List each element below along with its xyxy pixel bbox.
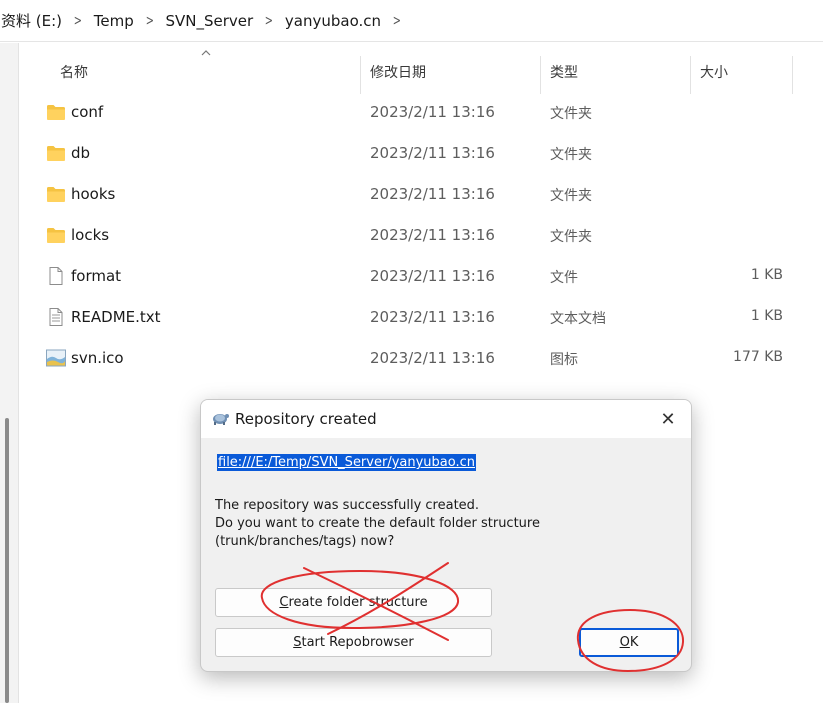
file-row[interactable]: hooks 2023/2/11 13:16 文件夹 xyxy=(20,174,810,215)
file-name: format xyxy=(71,267,122,285)
file-type: 文件夹 xyxy=(550,188,592,204)
close-icon: ✕ xyxy=(660,408,676,430)
chevron-right-icon[interactable]: > xyxy=(70,13,87,29)
file-modified: 2023/2/11 13:16 xyxy=(370,226,495,244)
file-row[interactable]: locks 2023/2/11 13:16 文件夹 xyxy=(20,215,810,256)
file-icon xyxy=(49,267,63,285)
column-divider[interactable] xyxy=(540,56,541,94)
explorer-window: 资料 (E:) > Temp > SVN_Server > yanyubao.c… xyxy=(0,0,823,703)
chevron-right-icon[interactable]: > xyxy=(141,13,158,29)
file-row[interactable]: conf 2023/2/11 13:16 文件夹 xyxy=(20,92,810,133)
mnemonic-key: C xyxy=(279,595,289,610)
message-line: The repository was successfully created. xyxy=(215,498,480,513)
column-modified[interactable]: 修改日期 xyxy=(370,62,426,82)
text-file-icon xyxy=(49,308,63,326)
create-folder-structure-button[interactable]: Create folder structure xyxy=(215,588,492,617)
mnemonic-key: S xyxy=(293,635,302,650)
tortoisesvn-icon xyxy=(213,414,229,425)
button-label: K xyxy=(629,635,639,650)
start-repobrowser-button[interactable]: Start Repobrowser xyxy=(215,628,492,657)
file-type: 文件夹 xyxy=(550,229,592,245)
file-name: locks xyxy=(71,226,110,244)
folder-icon xyxy=(47,187,65,202)
column-size[interactable]: 大小 xyxy=(700,62,728,82)
message-line: Do you want to create the default folder… xyxy=(215,516,540,531)
file-type: 文本文档 xyxy=(550,311,606,327)
file-type: 文件 xyxy=(550,270,578,286)
folder-icon xyxy=(47,228,65,243)
breadcrumb-temp[interactable]: Temp xyxy=(90,12,138,30)
file-type: 图标 xyxy=(550,352,578,368)
file-row[interactable]: README.txt 2023/2/11 13:16 文本文档 1 KB xyxy=(20,297,810,338)
breadcrumb-drive[interactable]: 资料 (E:) xyxy=(0,10,66,31)
file-modified: 2023/2/11 13:16 xyxy=(370,185,495,203)
message-line: (trunk/branches/tags) now? xyxy=(215,534,395,549)
file-size: 177 KB xyxy=(733,349,783,365)
navigation-scrollbar[interactable] xyxy=(5,418,9,703)
file-row[interactable]: format 2023/2/11 13:16 文件 1 KB xyxy=(20,256,810,297)
file-name: conf xyxy=(71,103,104,121)
mnemonic-key: O xyxy=(619,635,630,650)
sort-ascending-icon[interactable] xyxy=(201,49,211,57)
chevron-right-icon[interactable]: > xyxy=(261,13,278,29)
file-modified: 2023/2/11 13:16 xyxy=(370,308,495,326)
breadcrumb-yanyubao[interactable]: yanyubao.cn xyxy=(281,12,385,30)
file-row[interactable]: db 2023/2/11 13:16 文件夹 xyxy=(20,133,810,174)
column-divider[interactable] xyxy=(690,56,691,94)
file-name: db xyxy=(71,144,91,162)
repository-created-dialog: Repository created ✕ file:///E:/Temp/SVN… xyxy=(200,399,692,672)
folder-icon xyxy=(47,105,65,120)
column-divider[interactable] xyxy=(792,56,793,94)
button-label: reate folder structure xyxy=(288,595,428,610)
file-modified: 2023/2/11 13:16 xyxy=(370,267,495,285)
file-size: 1 KB xyxy=(750,308,783,324)
file-modified: 2023/2/11 13:16 xyxy=(370,349,495,367)
repository-url[interactable]: file:///E:/Temp/SVN_Server/yanyubao.cn xyxy=(217,454,476,471)
image-file-icon xyxy=(46,349,66,367)
button-label: tart Repobrowser xyxy=(301,635,414,650)
chevron-right-icon[interactable]: > xyxy=(389,13,406,29)
file-modified: 2023/2/11 13:16 xyxy=(370,103,495,121)
file-name: hooks xyxy=(71,185,116,203)
ok-button[interactable]: OK xyxy=(579,628,679,657)
column-type[interactable]: 类型 xyxy=(550,62,578,82)
file-modified: 2023/2/11 13:16 xyxy=(370,144,495,162)
column-name[interactable]: 名称 xyxy=(60,62,88,82)
breadcrumb-svn-server[interactable]: SVN_Server xyxy=(161,12,257,30)
navigation-pane xyxy=(0,43,19,703)
file-type: 文件夹 xyxy=(550,147,592,163)
breadcrumb: 资料 (E:) > Temp > SVN_Server > yanyubao.c… xyxy=(0,0,823,42)
dialog-message: The repository was successfully created.… xyxy=(215,497,540,551)
column-divider[interactable] xyxy=(360,56,361,94)
dialog-title: Repository created xyxy=(235,410,377,428)
dialog-titlebar[interactable]: Repository created ✕ xyxy=(201,400,691,438)
file-name: svn.ico xyxy=(71,349,124,367)
file-row[interactable]: svn.ico 2023/2/11 13:16 图标 177 KB xyxy=(20,338,810,379)
file-name: README.txt xyxy=(71,308,161,326)
folder-icon xyxy=(47,146,65,161)
close-button[interactable]: ✕ xyxy=(655,406,681,432)
column-header: 名称 修改日期 类型 大小 xyxy=(20,43,823,95)
file-size: 1 KB xyxy=(750,267,783,283)
file-type: 文件夹 xyxy=(550,106,592,122)
